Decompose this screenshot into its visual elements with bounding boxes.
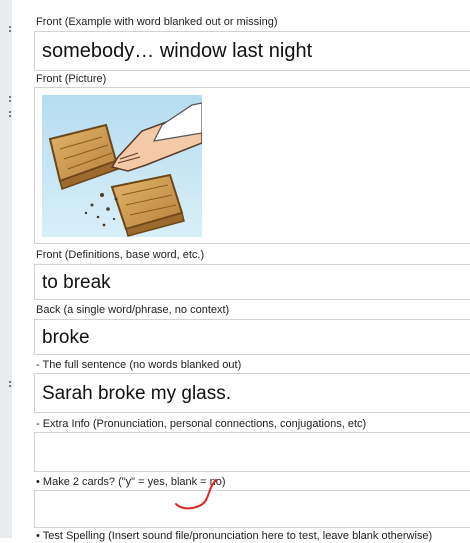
field-label-test-spelling: • Test Spelling (Insert sound file/pronu… — [36, 530, 433, 542]
red-annotation-mark — [175, 479, 217, 510]
field-value: broke — [42, 327, 90, 348]
field-label-front-example: Front (Example with word blanked out or … — [36, 16, 278, 28]
field-label-full-sentence: - The full sentence (no words blanked ou… — [36, 359, 242, 371]
field-input-full-sentence[interactable]: Sarah broke my glass. — [34, 373, 470, 413]
left-gutter — [0, 0, 12, 538]
field-input-make-two-cards[interactable] — [34, 490, 470, 528]
drag-handle-icon[interactable] — [9, 111, 11, 118]
field-value: Sarah broke my glass. — [42, 383, 232, 404]
field-label-back-word: Back (a single word/phrase, no context) — [36, 304, 230, 316]
field-input-back-word[interactable]: broke — [34, 319, 470, 355]
field-label-front-picture: Front (Picture) — [36, 73, 107, 85]
drag-handle-icon[interactable] — [9, 26, 11, 33]
field-label-extra-info: - Extra Info (Pronunciation, personal co… — [36, 418, 367, 430]
field-input-extra-info[interactable] — [34, 432, 470, 472]
drag-handle-icon[interactable] — [9, 381, 11, 388]
field-value: somebody… window last night — [42, 40, 313, 62]
field-value: to break — [42, 272, 111, 293]
drag-handle-icon[interactable] — [9, 96, 11, 103]
field-label-front-definitions: Front (Definitions, base word, etc.) — [36, 249, 205, 261]
hand-breaking-board-image — [42, 95, 202, 237]
field-input-front-definitions[interactable]: to break — [34, 264, 470, 300]
field-input-front-example[interactable]: somebody… window last night — [34, 31, 470, 71]
